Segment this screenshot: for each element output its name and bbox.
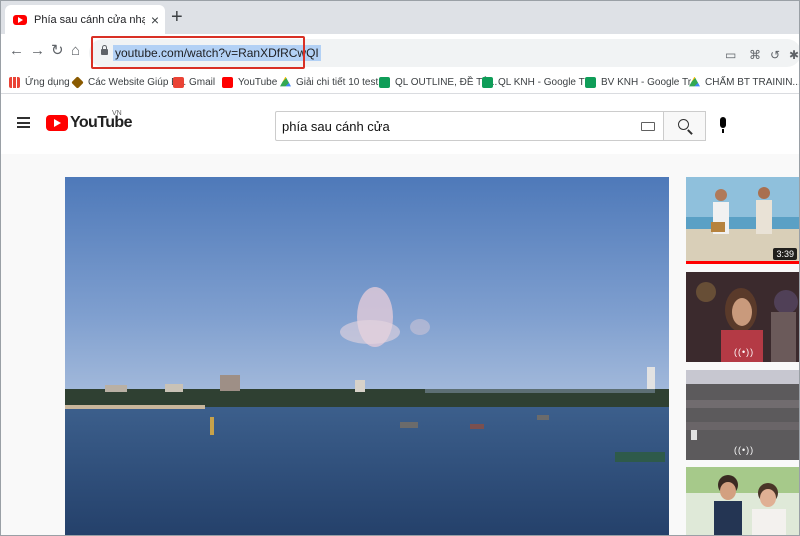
youtube-header: YouTube VN phía sau cánh cửa: [1, 94, 799, 154]
video-duration: 3:39: [773, 248, 797, 260]
live-badge: ((•)): [734, 347, 755, 357]
watched-progress-bar: [686, 261, 799, 264]
live-badge: ((•)): [734, 445, 755, 455]
recommendation-thumbnail[interactable]: ((•)): [686, 370, 799, 460]
bookmark-websites[interactable]: Các Website Giúp B...: [71, 75, 186, 89]
extension-icon[interactable]: ⌘: [749, 48, 761, 62]
recommendation-thumbnail[interactable]: 3:39: [686, 177, 799, 264]
reload-icon[interactable]: ↻: [51, 42, 64, 60]
search-input[interactable]: phía sau cánh cửa: [275, 111, 664, 141]
youtube-favicon-icon: [13, 14, 27, 25]
thumbnail-image: [686, 467, 799, 535]
recommendation-thumbnail[interactable]: [686, 467, 799, 535]
gmail-icon: [173, 76, 184, 88]
youtube-logo-text[interactable]: YouTube: [70, 114, 132, 132]
hamburger-menu-icon[interactable]: [17, 117, 30, 128]
bookmark-apps[interactable]: Ứng dụng: [9, 75, 70, 89]
forward-arrow-icon[interactable]: →: [30, 42, 45, 60]
cast-icon[interactable]: ▭: [725, 48, 736, 62]
keyboard-icon[interactable]: [641, 122, 655, 131]
bookmark-youtube[interactable]: YouTube: [222, 75, 277, 89]
bookmark-gmail[interactable]: Gmail: [173, 75, 215, 89]
sheets-icon: [379, 76, 390, 88]
search-icon: [678, 119, 689, 130]
url-highlight-box: [91, 36, 305, 69]
browser-tab[interactable]: Phía sau cánh cửa nhạc phim - Y ×: [5, 5, 165, 34]
apps-icon: [9, 76, 20, 88]
sheets-icon: [585, 76, 596, 88]
search-query[interactable]: phía sau cánh cửa: [282, 119, 390, 134]
new-tab-button[interactable]: +: [171, 7, 183, 27]
bookmark-cham-bt[interactable]: CHẤM BT TRAININ...: [689, 75, 799, 89]
microphone-icon[interactable]: [720, 117, 726, 133]
home-icon[interactable]: ⌂: [71, 42, 80, 60]
bookmark-ql-knh[interactable]: QL KNH - Google Tr...: [482, 75, 595, 89]
region-code: VN: [112, 110, 122, 117]
sheets-icon: [482, 76, 493, 88]
bookmark-ql-outline[interactable]: QL OUTLINE, ĐỀ TÀ...: [379, 75, 497, 89]
history-icon[interactable]: ↺: [770, 48, 780, 62]
browser-window: Phía sau cánh cửa nhạc phim - Y × + ← → …: [0, 0, 800, 536]
tab-close-icon[interactable]: ×: [151, 13, 159, 27]
drive-icon: [280, 76, 291, 87]
bookmarks-bar: Ứng dụng Các Website Giúp B... Gmail You…: [1, 70, 799, 94]
youtube-icon: [222, 76, 233, 88]
recommendation-thumbnail[interactable]: ((•)): [686, 272, 799, 362]
tab-title: Phía sau cánh cửa nhạc phim - Y: [34, 13, 145, 26]
puzzle-icon[interactable]: ✱: [789, 48, 799, 62]
tab-strip: Phía sau cánh cửa nhạc phim - Y × +: [1, 1, 799, 34]
hexagon-icon: [71, 75, 84, 89]
bookmark-giai-chi-tiet[interactable]: Giải chi tiết 10 test...: [280, 75, 387, 89]
search-button[interactable]: [664, 111, 706, 141]
drive-icon: [689, 76, 700, 87]
back-arrow-icon[interactable]: ←: [9, 42, 24, 60]
youtube-logo-icon[interactable]: [46, 115, 68, 131]
bookmark-bv-knh[interactable]: BV KNH - Google Tr...: [585, 75, 699, 89]
video-frame: [65, 177, 669, 535]
video-player[interactable]: [65, 177, 669, 535]
